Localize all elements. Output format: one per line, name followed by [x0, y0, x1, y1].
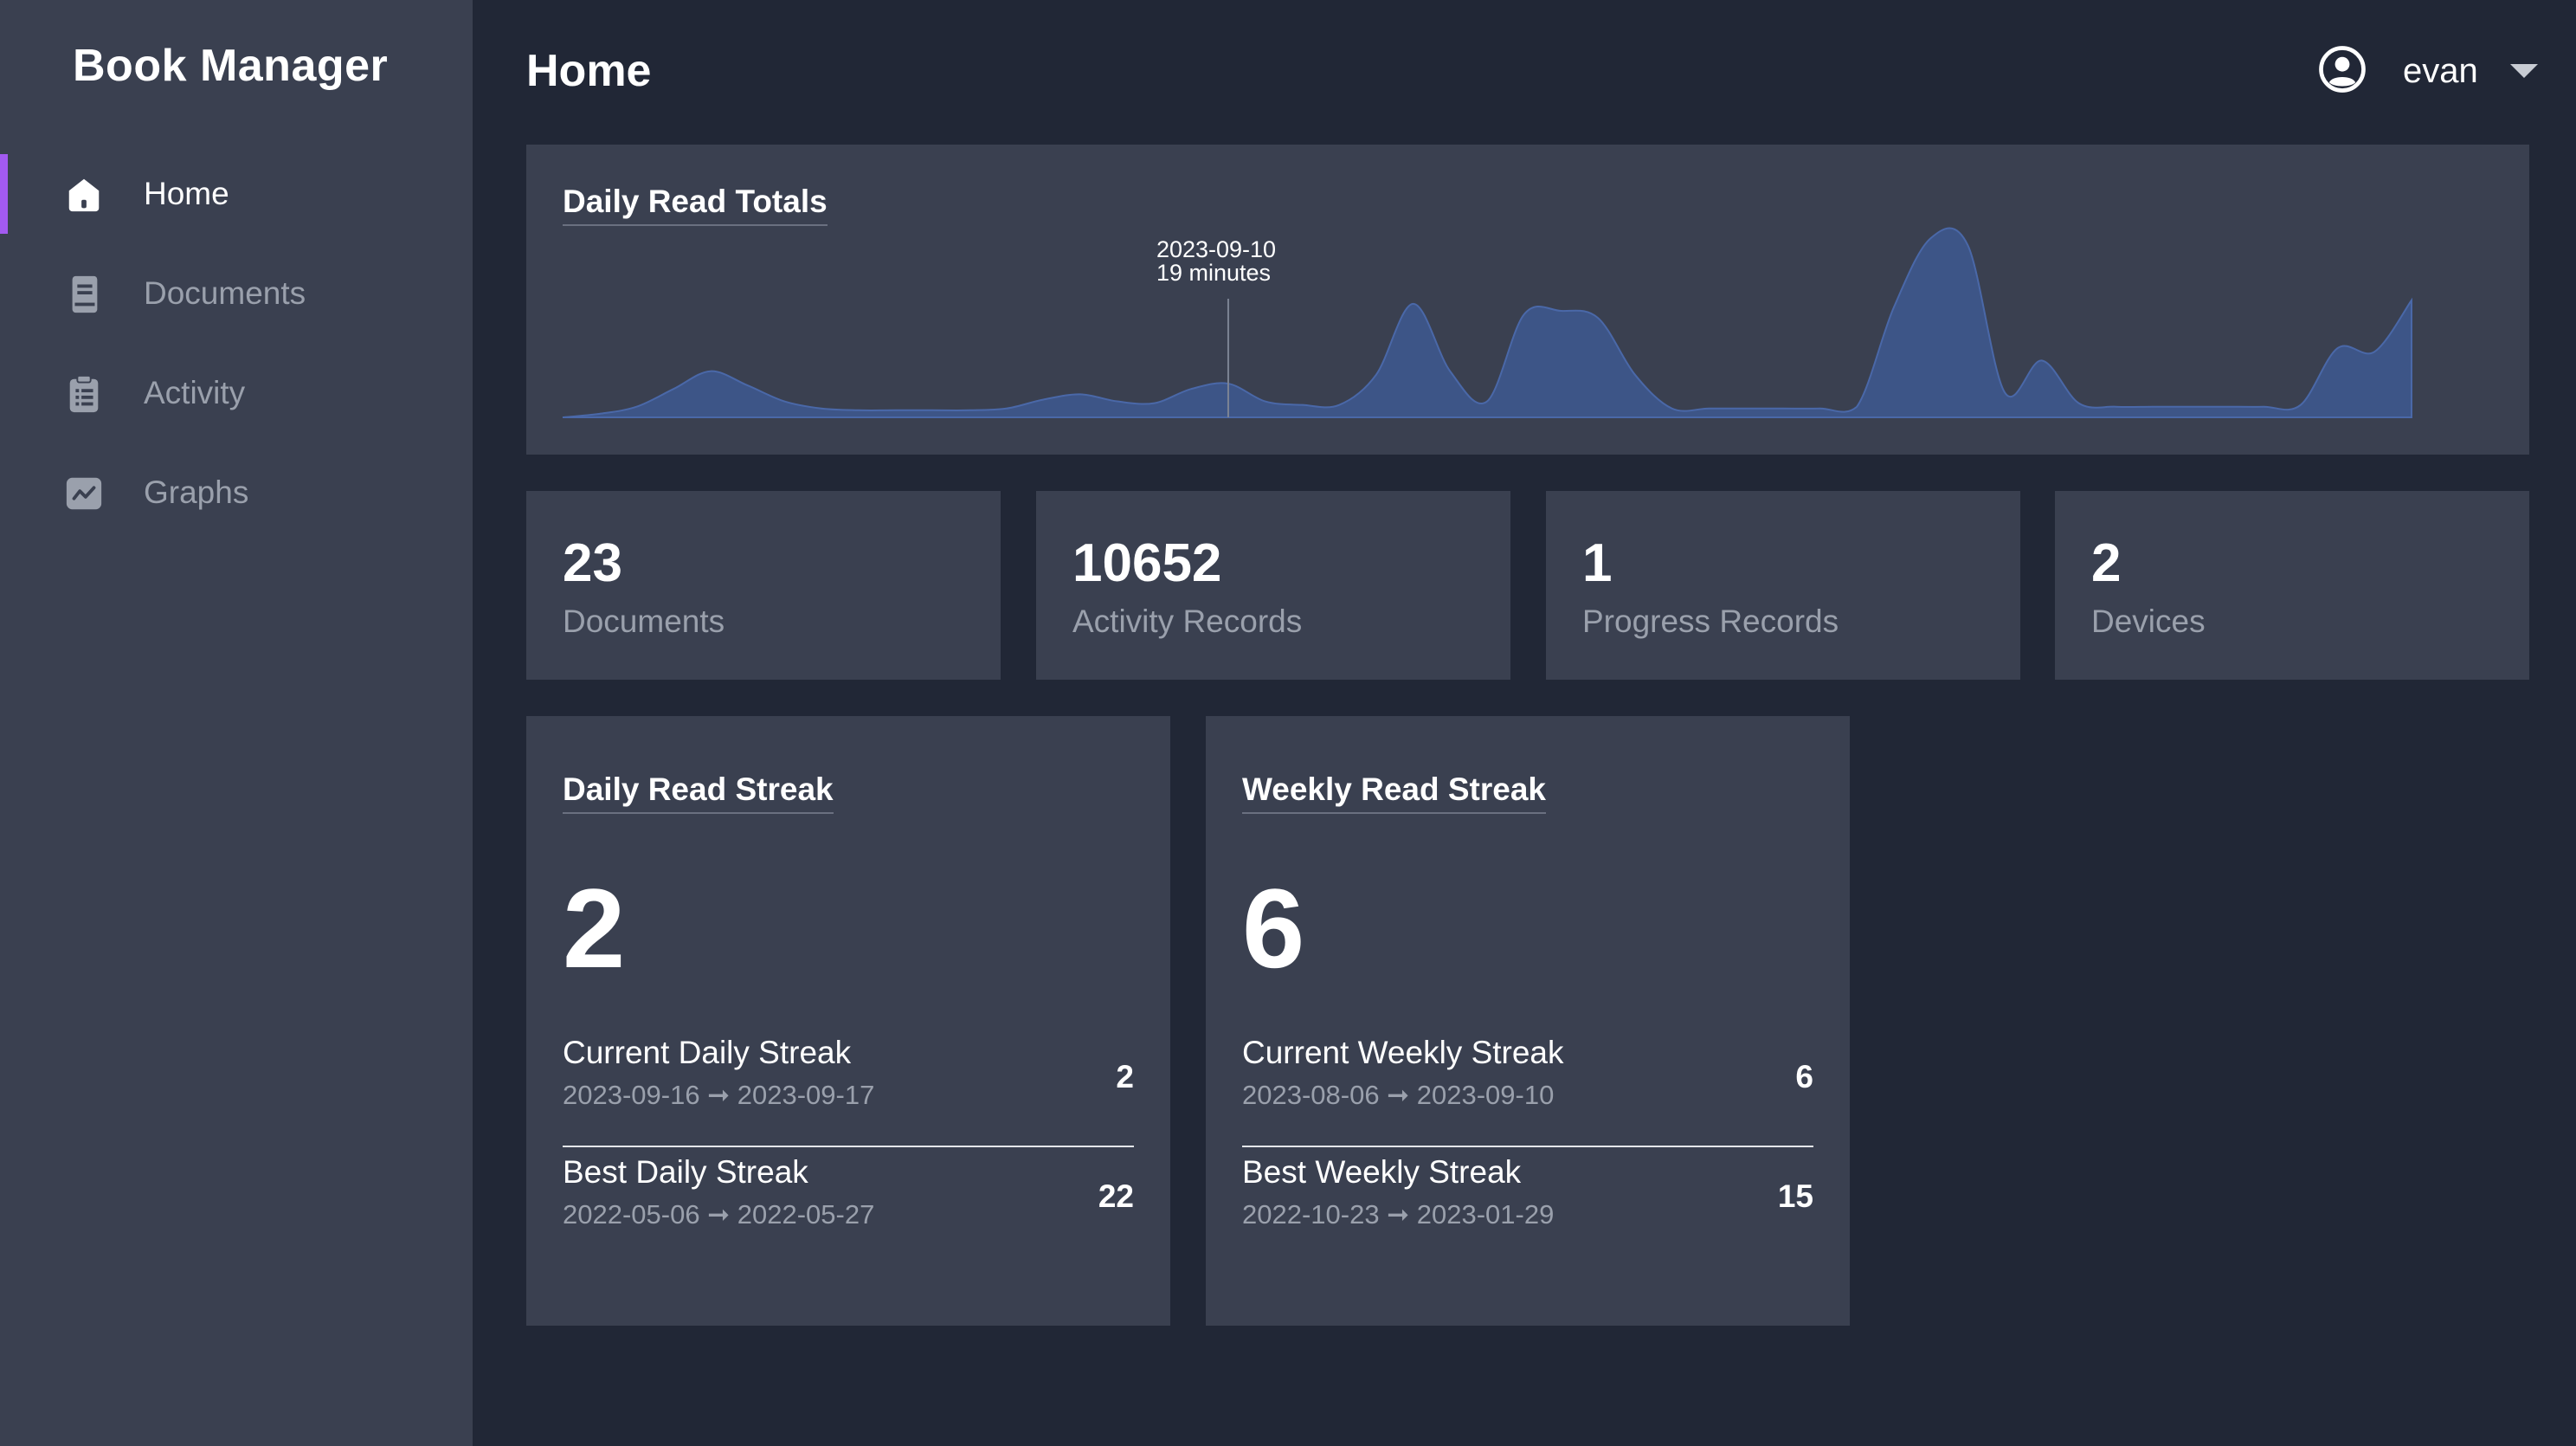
row-title: Current Daily Streak — [563, 1035, 852, 1070]
best-streak-row: Best Daily Streak 2022-05-06 ➞ 2022-05-2… — [563, 1154, 1134, 1267]
row-dates: 2022-05-06 ➞ 2022-05-27 — [563, 1199, 875, 1230]
graph-icon — [66, 477, 102, 510]
weekly-streak-card: Weekly Read Streak 6 Current Weekly Stre… — [1206, 716, 1850, 1326]
clipboard-icon — [69, 374, 99, 413]
user-circle-icon — [2319, 46, 2366, 93]
row-value: 6 — [1795, 1059, 1813, 1094]
streak-count: 2 — [563, 865, 626, 991]
current-streak-row: Current Daily Streak 2023-09-16 ➞ 2023-0… — [563, 1035, 1134, 1147]
sidebar-item-label: Documents — [144, 275, 306, 311]
sidebar-item-label: Activity — [144, 375, 246, 410]
stat-card-progress-records: 1 Progress Records — [1546, 491, 2020, 680]
stat-label: Activity Records — [1072, 604, 1303, 639]
row-dates: 2023-09-16 ➞ 2023-09-17 — [563, 1080, 875, 1110]
stat-value: 23 — [563, 533, 622, 593]
stat-value: 1 — [1582, 533, 1613, 593]
home-icon — [68, 178, 100, 212]
daily-streak-card: Daily Read Streak 2 Current Daily Streak… — [526, 716, 1170, 1326]
stat-card-documents: 23 Documents — [526, 491, 1001, 680]
row-dates: 2023-08-06 ➞ 2023-09-10 — [1242, 1080, 1555, 1110]
page-title: Home — [526, 46, 652, 96]
row-value: 2 — [1116, 1059, 1134, 1094]
chevron-down-icon[interactable] — [2510, 64, 2538, 78]
stat-label: Documents — [563, 604, 725, 639]
streak-title: Weekly Read Streak — [1242, 771, 1547, 814]
sidebar-item-graphs[interactable]: Graphs — [0, 453, 473, 533]
sidebar-item-label: Graphs — [144, 474, 249, 510]
row-value: 22 — [1098, 1178, 1134, 1214]
row-value: 15 — [1777, 1178, 1813, 1214]
streak-count: 6 — [1242, 865, 1305, 991]
app-title: Book Manager — [73, 41, 389, 91]
sidebar-item-documents[interactable]: Documents — [0, 254, 473, 333]
stat-value: 10652 — [1072, 533, 1222, 593]
stat-value: 2 — [2091, 533, 2122, 593]
sidebar-item-home[interactable]: Home — [0, 154, 473, 234]
row-title: Best Weekly Streak — [1242, 1154, 1522, 1190]
current-streak-row: Current Weekly Streak 2023-08-06 ➞ 2023-… — [1242, 1035, 1813, 1147]
stat-label: Progress Records — [1582, 604, 1839, 639]
daily-read-chart-card: Daily Read Totals 2023-09-10 19 minutes — [526, 145, 2529, 455]
username: evan — [2403, 52, 2478, 90]
active-indicator — [0, 154, 8, 234]
sidebar: Book Manager Home Documents Activity Gra… — [0, 0, 473, 1446]
sidebar-item-label: Home — [144, 176, 229, 211]
stat-label: Devices — [2091, 604, 2206, 639]
row-title: Current Weekly Streak — [1242, 1035, 1564, 1070]
best-streak-row: Best Weekly Streak 2022-10-23 ➞ 2023-01-… — [1242, 1154, 1813, 1267]
row-title: Best Daily Streak — [563, 1154, 808, 1190]
area-chart[interactable]: 2023-09-10 19 minutes — [526, 145, 2529, 455]
row-dates: 2022-10-23 ➞ 2023-01-29 — [1242, 1199, 1555, 1230]
stat-card-activity-records: 10652 Activity Records — [1036, 491, 1510, 680]
tooltip-date: 2023-09-10 — [1156, 236, 1276, 262]
user-menu[interactable]: evan — [2318, 43, 2543, 104]
sidebar-item-activity[interactable]: Activity — [0, 353, 473, 433]
document-icon — [72, 275, 98, 313]
area-series — [562, 227, 2412, 418]
tooltip-value: 19 minutes — [1156, 260, 1271, 286]
streak-title: Daily Read Streak — [563, 771, 834, 814]
stat-card-devices: 2 Devices — [2055, 491, 2529, 680]
